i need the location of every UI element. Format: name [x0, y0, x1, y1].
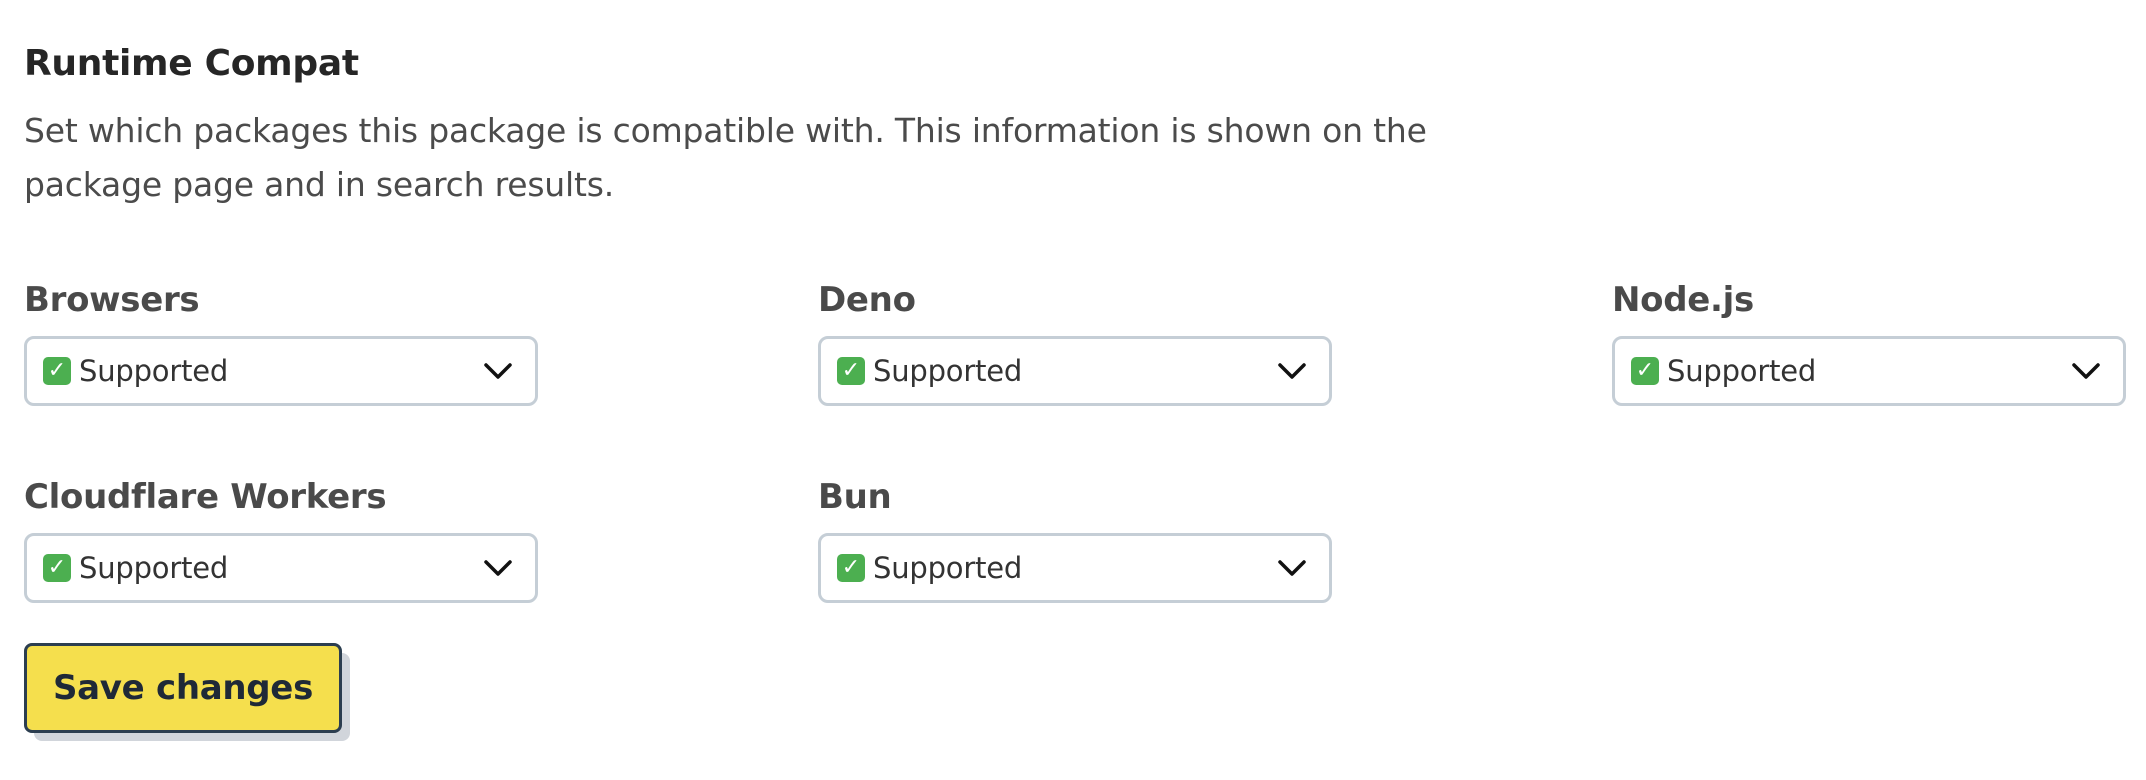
select-value: Supported	[1667, 354, 1817, 388]
field-bun: Bun ✓ Supported	[818, 475, 1332, 603]
chevron-down-icon	[1278, 363, 1306, 379]
chevron-down-icon	[484, 363, 512, 379]
chevron-down-icon	[1278, 560, 1306, 576]
select-cloudflare-workers[interactable]: ✓ Supported	[24, 533, 538, 603]
runtime-compat-section: Runtime Compat Set which packages this p…	[24, 40, 2126, 612]
field-nodejs: Node.js ✓ Supported	[1612, 278, 2126, 406]
select-browsers[interactable]: ✓ Supported	[24, 336, 538, 406]
select-nodejs[interactable]: ✓ Supported	[1612, 336, 2126, 406]
field-label-browsers: Browsers	[24, 280, 200, 320]
select-value: Supported	[79, 551, 229, 585]
field-label-nodejs: Node.js	[1612, 280, 1754, 320]
section-description: Set which packages this package is compa…	[24, 111, 1427, 204]
save-changes-button[interactable]: Save changes	[24, 643, 342, 733]
select-deno[interactable]: ✓ Supported	[818, 336, 1332, 406]
runtime-fields-grid: Browsers ✓ Supported Deno ✓ Supported No…	[24, 212, 2126, 612]
check-mark-icon: ✓	[43, 357, 71, 385]
chevron-down-icon	[484, 560, 512, 576]
select-value: Supported	[79, 354, 229, 388]
check-mark-icon: ✓	[43, 554, 71, 582]
field-cloudflare-workers: Cloudflare Workers ✓ Supported	[24, 475, 538, 603]
chevron-down-icon	[2072, 363, 2100, 379]
check-mark-icon: ✓	[1631, 357, 1659, 385]
field-deno: Deno ✓ Supported	[818, 278, 1332, 406]
field-label-deno: Deno	[818, 280, 916, 320]
select-value: Supported	[873, 354, 1023, 388]
check-mark-icon: ✓	[837, 554, 865, 582]
check-mark-icon: ✓	[837, 357, 865, 385]
select-bun[interactable]: ✓ Supported	[818, 533, 1332, 603]
select-value: Supported	[873, 551, 1023, 585]
save-button-wrapper: Save changes	[24, 643, 354, 743]
field-label-bun: Bun	[818, 477, 892, 517]
field-browsers: Browsers ✓ Supported	[24, 278, 538, 406]
field-label-cloudflare-workers: Cloudflare Workers	[24, 477, 387, 517]
section-title: Runtime Compat	[24, 43, 359, 84]
